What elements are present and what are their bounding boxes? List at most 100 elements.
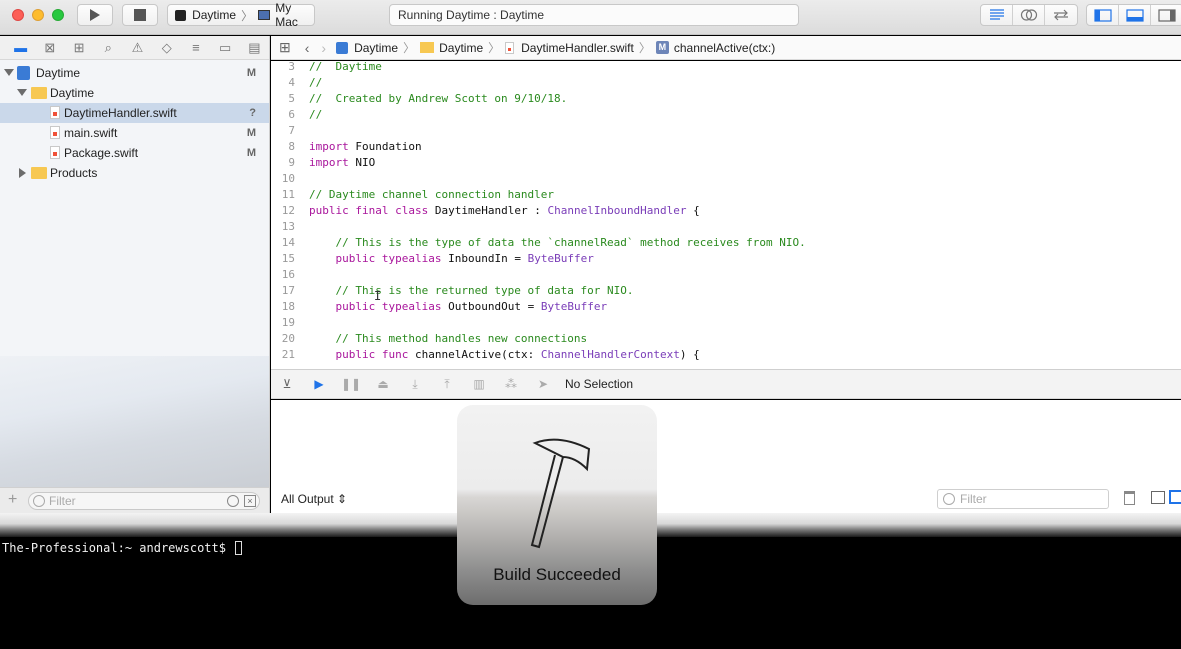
breadcrumb[interactable]: Daytime 〉 Daytime 〉 DaytimeHandler.swift… xyxy=(336,39,775,56)
toggle-inspector-button[interactable] xyxy=(1151,5,1181,25)
toggle-debug-area-button[interactable] xyxy=(1119,5,1151,25)
left-panel-icon xyxy=(1093,8,1112,22)
swift-file-icon xyxy=(505,41,515,54)
breadcrumb-project[interactable]: Daytime xyxy=(354,41,398,55)
chevron-right-icon: 〉 xyxy=(403,41,416,55)
code-text: import Foundation xyxy=(309,140,422,153)
filter-icon xyxy=(943,493,955,505)
tree-item-file[interactable]: Package.swift M xyxy=(0,143,269,163)
step-over-icon[interactable]: ⏏ xyxy=(367,377,399,391)
toggle-navigator-button[interactable] xyxy=(1087,5,1119,25)
standard-editor-button[interactable] xyxy=(981,5,1013,25)
minimize-window-button[interactable] xyxy=(32,9,44,21)
assistant-icon xyxy=(1020,9,1037,21)
view-debugger-icon[interactable]: ▥ xyxy=(463,377,495,391)
source-control-icon[interactable]: ⊠ xyxy=(35,40,64,56)
code-text: // This is the returned type of data for… xyxy=(309,284,634,297)
line-number: 20 xyxy=(281,332,295,345)
folder-icon[interactable]: ▬ xyxy=(6,40,35,55)
code-line: 12 public final class DaytimeHandler : Ch… xyxy=(271,203,1181,219)
debug-console[interactable]: All Output ⇕ Filter xyxy=(271,400,1181,513)
assistant-editor-button[interactable] xyxy=(1013,5,1045,25)
trash-icon[interactable] xyxy=(1124,491,1135,505)
terminal-prompt: The-Professional:~ andrewscott$ xyxy=(2,541,243,555)
tree-item-label: Package.swift xyxy=(64,146,139,160)
related-items-icon[interactable]: ⊞ xyxy=(279,39,291,56)
breadcrumb-group[interactable]: Daytime xyxy=(439,41,483,55)
code-line: 17 // This is the returned type of data … xyxy=(271,283,1181,299)
warning-icon[interactable]: ⚠ xyxy=(123,40,152,56)
bottom-panel-icon xyxy=(1125,8,1144,22)
editor-mode-group xyxy=(980,4,1078,26)
breakpoint-icon[interactable]: ▭ xyxy=(211,40,240,56)
tree-item-file[interactable]: DaytimeHandler.swift ? xyxy=(0,103,269,123)
line-number: 6 xyxy=(288,108,295,121)
memory-graph-icon[interactable]: ⁂ xyxy=(495,377,527,391)
chevron-right-icon: 〉 xyxy=(638,41,651,55)
console-view-icon[interactable] xyxy=(1169,490,1181,504)
source-editor[interactable]: 3 // Daytime 4 // 5 // Created by Andrew Scot… xyxy=(271,61,1181,369)
terminal-icon xyxy=(175,9,187,21)
play-icon xyxy=(90,9,100,21)
close-window-button[interactable] xyxy=(12,9,24,21)
breadcrumb-file[interactable]: DaytimeHandler.swift xyxy=(521,41,634,55)
run-button[interactable] xyxy=(77,4,113,26)
swift-file-icon xyxy=(50,106,60,119)
code-line: 6 // xyxy=(271,107,1181,123)
disclosure-open-icon[interactable] xyxy=(17,89,27,96)
add-icon[interactable]: + xyxy=(8,491,17,509)
tree-item-folder[interactable]: Products xyxy=(0,163,269,183)
line-number: 18 xyxy=(281,300,295,313)
filter-icon xyxy=(33,495,45,507)
breadcrumb-method[interactable]: channelActive(ctx:) xyxy=(674,41,775,55)
zoom-window-button[interactable] xyxy=(52,9,64,21)
step-into-icon[interactable]: ⤓ xyxy=(399,377,431,392)
code-text: // Daytime channel connection handler xyxy=(309,188,555,201)
symbol-icon[interactable]: ⊞ xyxy=(64,40,93,56)
scheme-selector[interactable]: Daytime 〉 My Mac xyxy=(167,1,315,29)
variables-view-icon[interactable] xyxy=(1151,491,1165,504)
disclosure-closed-icon[interactable] xyxy=(19,168,26,178)
stop-button[interactable] xyxy=(122,4,158,26)
tree-item-project[interactable]: Daytime M xyxy=(0,63,269,83)
code-line: 9 import NIO xyxy=(271,155,1181,171)
filter-placeholder: Filter xyxy=(49,494,76,508)
search-icon[interactable]: ⌕ xyxy=(94,40,123,56)
breakpoints-toggle-icon[interactable]: ▶ xyxy=(303,377,335,391)
back-arrow-icon[interactable]: ‹ xyxy=(305,40,310,56)
hide-debug-area-icon[interactable]: ⊻ xyxy=(271,377,303,391)
line-number: 17 xyxy=(281,284,295,297)
forward-arrow-icon[interactable]: › xyxy=(321,40,326,56)
line-number: 14 xyxy=(281,236,295,249)
code-line: 18 public typealias OutboundOut = ByteBu… xyxy=(271,299,1181,315)
text-cursor-icon: I xyxy=(374,289,382,303)
version-editor-button[interactable] xyxy=(1045,5,1077,25)
test-icon[interactable]: ◇ xyxy=(152,40,181,56)
line-number: 10 xyxy=(281,172,295,185)
tree-item-file[interactable]: main.swift M xyxy=(0,123,269,143)
pause-icon[interactable]: ❚❚ xyxy=(335,377,367,391)
code-text: import NIO xyxy=(309,156,376,169)
line-number: 3 xyxy=(288,61,295,73)
navigator-filter-input[interactable]: Filter × xyxy=(28,492,260,510)
code-text: // Created by Andrew Scott on 9/10/18. xyxy=(309,92,568,105)
output-selector-label: All Output xyxy=(281,492,334,506)
navigator-filter-bar: + Filter × xyxy=(0,487,269,513)
code-line: 20 // This method handles new connection… xyxy=(271,331,1181,347)
source-control-filter-icon[interactable]: × xyxy=(244,495,256,507)
output-selector[interactable]: All Output ⇕ xyxy=(281,492,347,506)
code-text: public typealias InboundIn = ByteBuffer xyxy=(335,252,594,265)
debug-icon[interactable]: ≡ xyxy=(181,40,210,55)
navigator-selector-bar: ▬ ⊠ ⊞ ⌕ ⚠ ◇ ≡ ▭ ▤ xyxy=(0,36,269,60)
location-icon[interactable]: ➤ xyxy=(527,377,559,391)
console-filter-input[interactable]: Filter xyxy=(937,489,1109,509)
terminal-cursor xyxy=(235,541,243,555)
recent-files-icon[interactable] xyxy=(227,495,239,507)
disclosure-open-icon[interactable] xyxy=(4,69,14,76)
step-out-icon[interactable]: ⤒ xyxy=(431,377,463,392)
code-line: 5 // Created by Andrew Scott on 9/10/18. xyxy=(271,91,1181,107)
code-text: public final class DaytimeHandler : Chan… xyxy=(309,204,700,217)
report-icon[interactable]: ▤ xyxy=(240,40,269,56)
tree-item-folder[interactable]: Daytime xyxy=(0,83,269,103)
chevron-right-icon: 〉 xyxy=(488,41,501,55)
